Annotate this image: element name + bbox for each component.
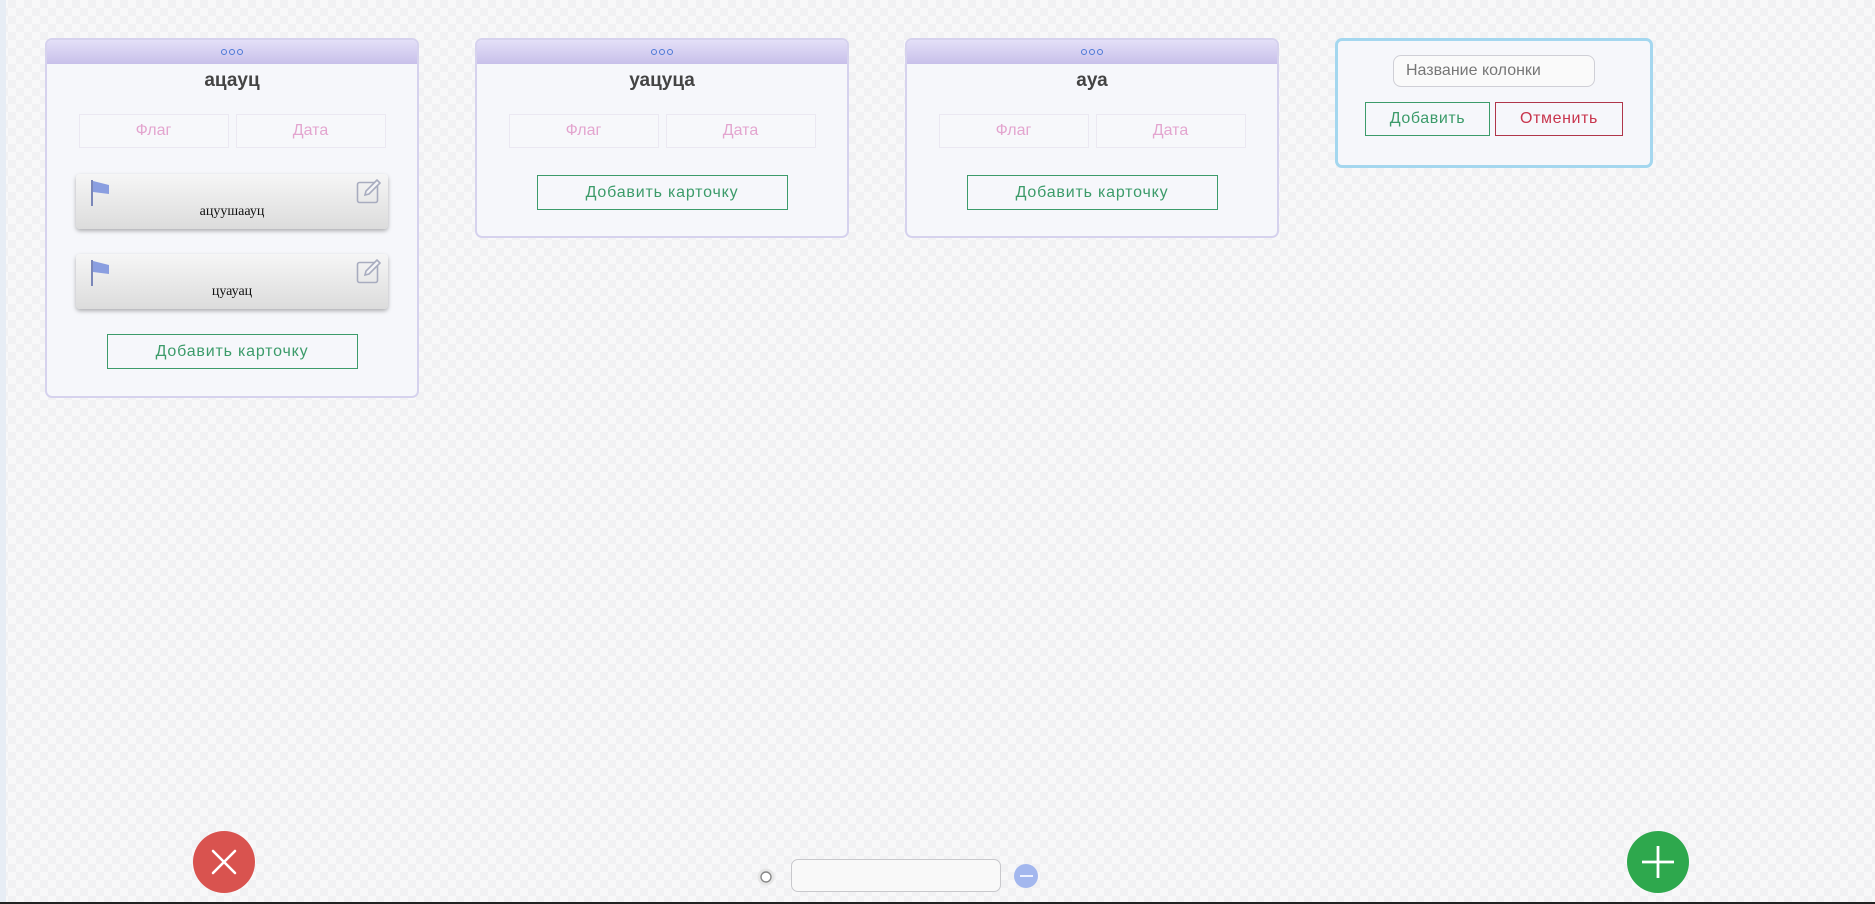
drag-dot [1089,49,1095,55]
card[interactable]: цуауац [76,254,388,309]
column-filters: Флаг Дата [477,114,847,148]
drag-dots-icon [221,49,227,55]
column-filters: Флаг Дата [907,114,1277,148]
filter-flag-button[interactable]: Флаг [78,114,229,148]
drag-dot [237,49,243,55]
column-3: ауа Флаг Дата Добавить карточку [905,38,1279,238]
add-column-button[interactable]: Добавить [1365,102,1490,136]
drag-dot [229,49,235,55]
delete-fab-button[interactable] [193,831,255,893]
close-icon [211,849,237,875]
card-text: ацуушаауц [199,204,265,219]
column-1: ацауц Флаг Дата ацуушаауц цуауац Добавит… [45,38,419,398]
filter-date-button[interactable]: Дата [235,114,386,148]
column-title[interactable]: ауа [907,70,1277,94]
left-edge-strip [0,0,6,904]
column-2: уацуца Флаг Дата Добавить карточку [475,38,849,238]
add-fab-button[interactable] [1627,831,1689,893]
cancel-column-button[interactable]: Отменить [1495,102,1623,136]
column-filters: Флаг Дата [47,114,417,148]
column-drag-handle[interactable] [907,40,1277,64]
drag-dot [1097,49,1103,55]
add-card-button[interactable]: Добавить карточку [966,175,1218,210]
drag-dots-icon [651,49,657,55]
minus-icon[interactable] [1014,864,1038,888]
edit-icon[interactable] [356,258,382,284]
filter-date-button[interactable]: Дата [665,114,816,148]
filter-date-button[interactable]: Дата [1095,114,1246,148]
filter-flag-button[interactable]: Флаг [938,114,1089,148]
column-drag-handle[interactable] [47,40,417,64]
new-column-form: Добавить Отменить [1335,38,1653,168]
column-drag-handle[interactable] [477,40,847,64]
edit-icon[interactable] [356,178,382,204]
add-card-button[interactable]: Добавить карточку [106,334,358,369]
plus-icon [1642,846,1674,878]
flag-icon[interactable] [90,180,110,206]
column-name-input[interactable] [1393,55,1595,87]
card-text: цуауац [211,284,253,299]
drag-dot [659,49,665,55]
filter-flag-button[interactable]: Флаг [508,114,659,148]
add-card-button[interactable]: Добавить карточку [536,175,788,210]
zoom-input[interactable] [791,859,1001,892]
column-title[interactable]: ацауц [47,70,417,94]
drag-dot [667,49,673,55]
card[interactable]: ацуушаауц [76,174,388,229]
column-title[interactable]: уацуца [477,70,847,94]
sun-icon[interactable] [755,866,777,888]
flag-icon[interactable] [90,260,110,286]
drag-dots-icon [1081,49,1087,55]
